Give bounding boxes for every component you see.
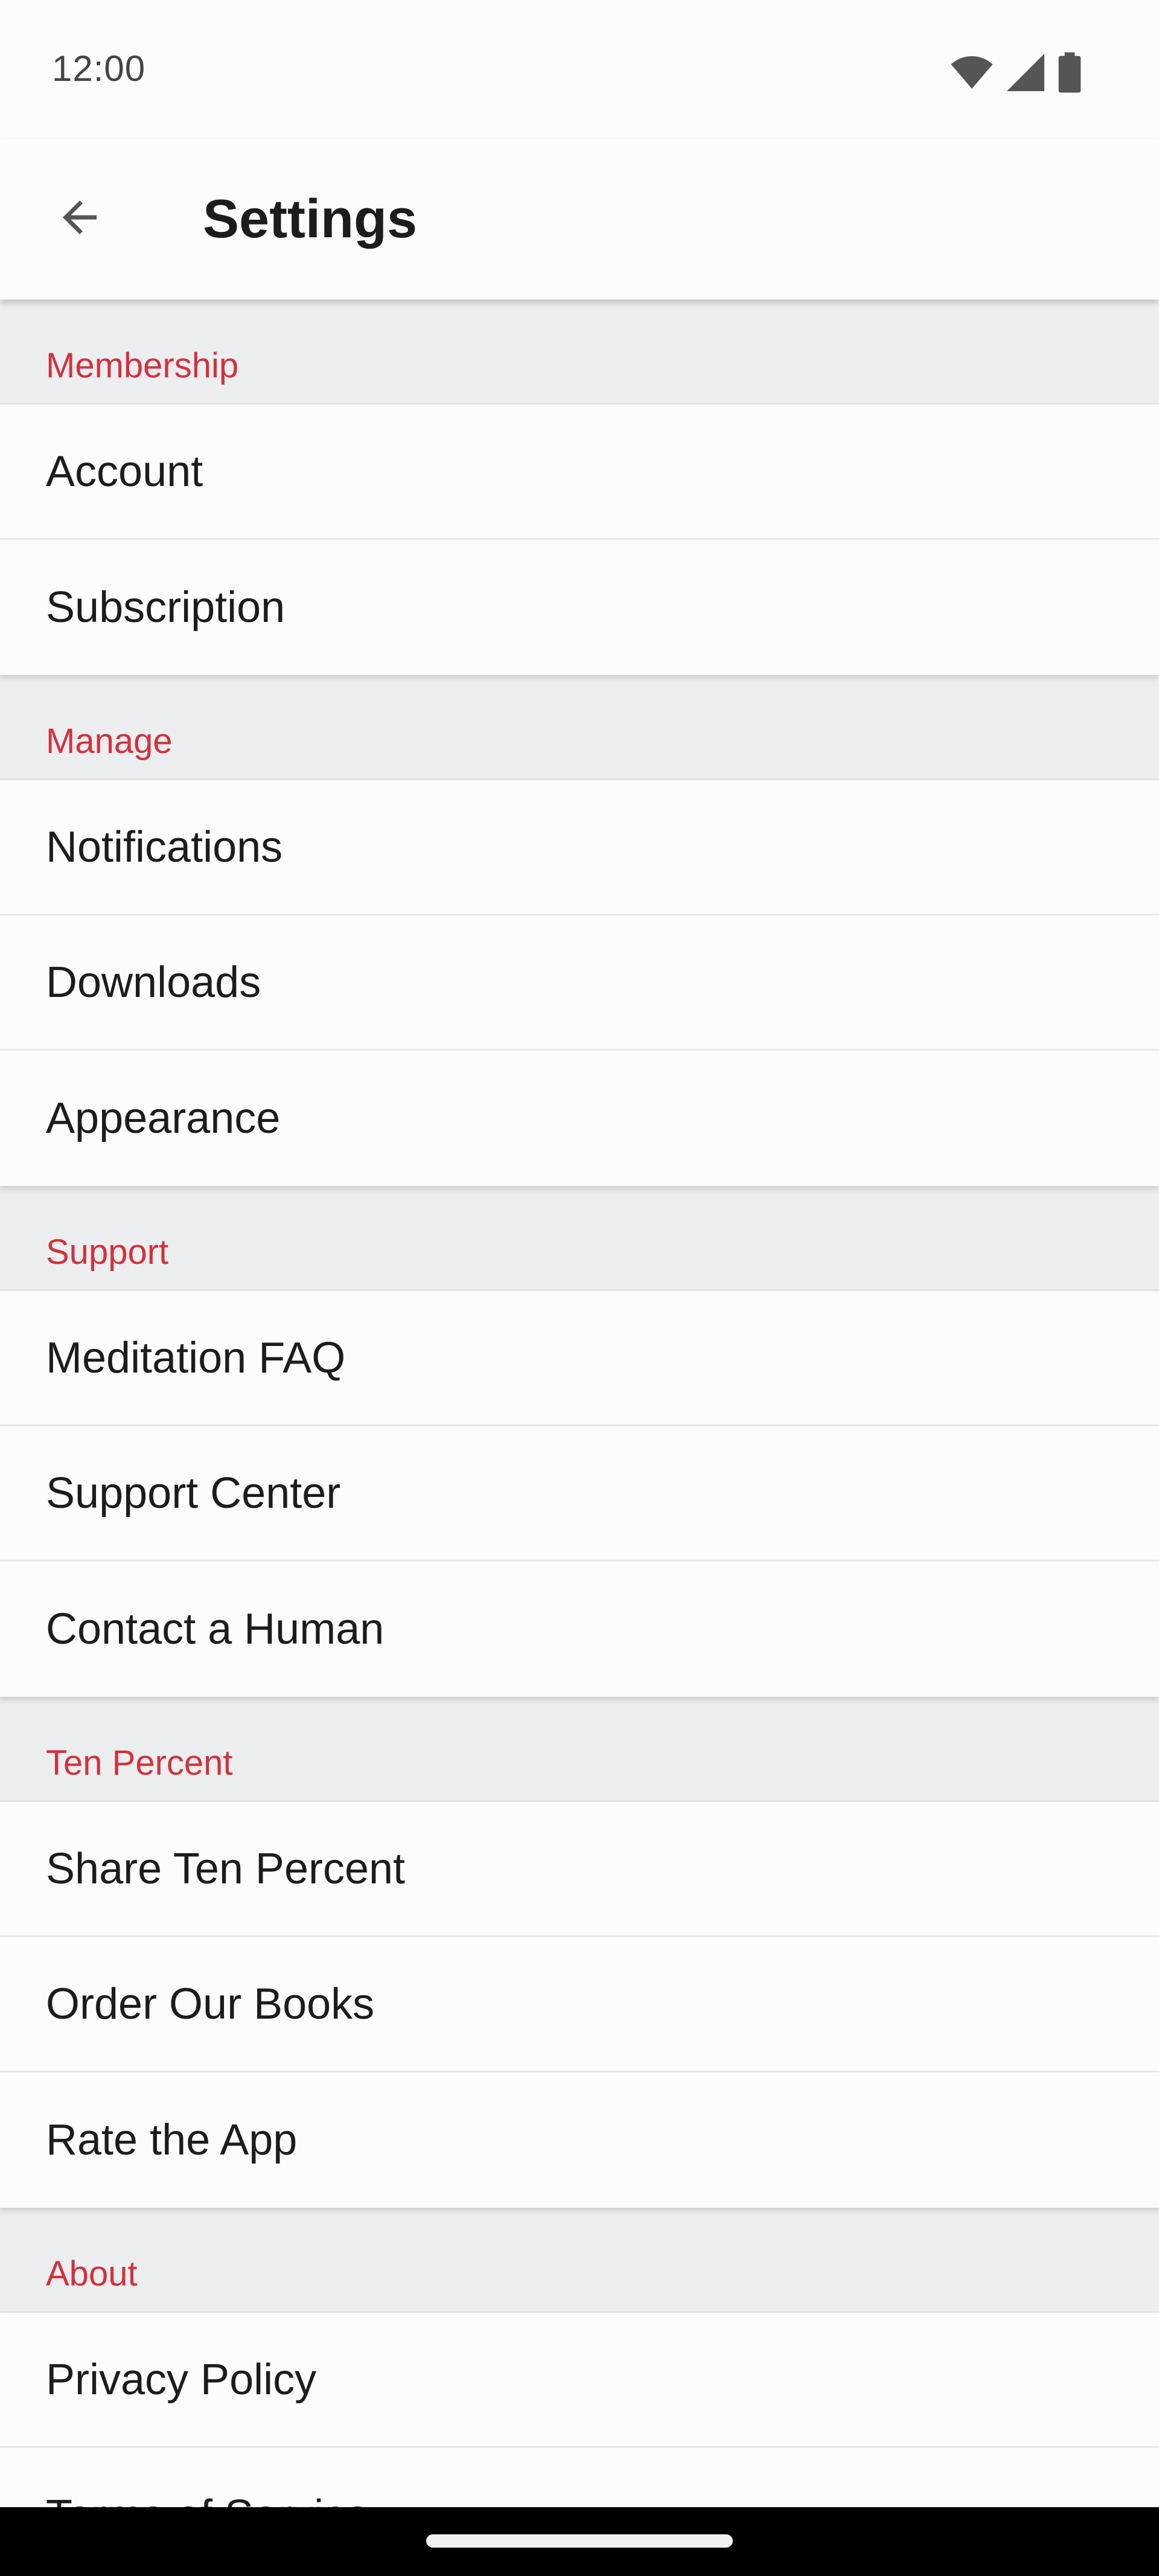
- settings-item-label: Privacy Policy: [46, 2355, 317, 2404]
- settings-item-label: Order Our Books: [46, 1979, 375, 2028]
- settings-item-label: Support Center: [46, 1469, 341, 1517]
- section-header-membership: Membership: [0, 300, 1159, 405]
- settings-item-label: Downloads: [46, 958, 261, 1007]
- section-group-manage: Notifications Downloads Appearance: [0, 780, 1159, 1186]
- settings-item-privacy-policy[interactable]: Privacy Policy: [0, 2313, 1159, 2448]
- section-header-support: Support: [0, 1186, 1159, 1291]
- battery-icon: [1058, 52, 1082, 93]
- settings-item-support-center[interactable]: Support Center: [0, 1426, 1159, 1562]
- settings-item-notifications[interactable]: Notifications: [0, 780, 1159, 915]
- signal-icon: [1007, 54, 1044, 91]
- settings-screen: 12:00 Settings Membership Account Subscr…: [0, 0, 1159, 2576]
- settings-item-appearance[interactable]: Appearance: [0, 1051, 1159, 1186]
- settings-item-contact-human[interactable]: Contact a Human: [0, 1562, 1159, 1697]
- section-title: Ten Percent: [46, 1743, 233, 1783]
- settings-item-account[interactable]: Account: [0, 405, 1159, 540]
- section-title: Manage: [46, 722, 173, 761]
- settings-item-label: Meditation FAQ: [46, 1333, 346, 1382]
- wifi-icon: [950, 54, 994, 91]
- settings-item-label: Appearance: [46, 1094, 281, 1142]
- section-header-about: About: [0, 2208, 1159, 2313]
- home-gesture-handle[interactable]: [426, 2534, 733, 2548]
- section-header-manage: Manage: [0, 675, 1159, 780]
- arrow-left-icon: [54, 192, 105, 246]
- settings-item-label: Account: [46, 447, 203, 496]
- app-bar: Settings: [0, 139, 1159, 300]
- back-button[interactable]: [42, 181, 117, 256]
- section-group-ten-percent: Share Ten Percent Order Our Books Rate t…: [0, 1802, 1159, 2208]
- section-group-support: Meditation FAQ Support Center Contact a …: [0, 1291, 1159, 1697]
- settings-item-label: Rate the App: [46, 2116, 298, 2164]
- section-group-membership: Account Subscription: [0, 405, 1159, 675]
- section-title: Membership: [46, 346, 239, 385]
- page-title: Settings: [203, 189, 418, 249]
- settings-item-meditation-faq[interactable]: Meditation FAQ: [0, 1291, 1159, 1426]
- settings-item-order-books[interactable]: Order Our Books: [0, 1937, 1159, 2072]
- settings-list: Membership Account Subscription Manage N…: [0, 300, 1159, 2576]
- settings-item-subscription[interactable]: Subscription: [0, 540, 1159, 675]
- section-header-ten-percent: Ten Percent: [0, 1697, 1159, 1802]
- settings-item-label: Contact a Human: [46, 1605, 385, 1653]
- status-icons: [950, 52, 1082, 93]
- settings-item-label: Notifications: [46, 822, 283, 871]
- settings-item-rate-app[interactable]: Rate the App: [0, 2072, 1159, 2208]
- status-time: 12:00: [52, 48, 146, 89]
- status-bar: 12:00: [0, 0, 1159, 139]
- section-title: Support: [46, 1232, 169, 1272]
- navigation-bar: [0, 2507, 1159, 2576]
- settings-item-label: Share Ten Percent: [46, 1844, 406, 1893]
- settings-item-label: Subscription: [46, 583, 286, 632]
- settings-item-downloads[interactable]: Downloads: [0, 915, 1159, 1051]
- settings-item-share[interactable]: Share Ten Percent: [0, 1802, 1159, 1937]
- section-title: About: [46, 2254, 138, 2293]
